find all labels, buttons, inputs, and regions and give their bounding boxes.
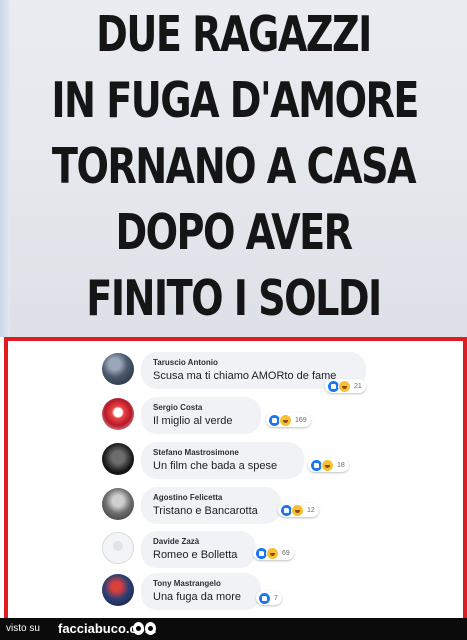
comment-text: Un film che bada a spese	[153, 460, 278, 472]
avatar[interactable]	[102, 532, 134, 564]
reaction-count: 169	[295, 416, 307, 424]
headline-line: IN FUGA D'AMORE	[51, 72, 419, 129]
avatar[interactable]	[102, 488, 134, 520]
avatar[interactable]	[102, 398, 134, 430]
headline-line: TORNANO A CASA	[51, 138, 417, 195]
haha-icon	[338, 379, 351, 393]
comment-text: Una fuga da more	[153, 591, 242, 603]
comment-author[interactable]: Sergio Costa	[153, 402, 249, 414]
headline-line: DUE RAGAZZI	[96, 6, 372, 63]
comment-text: Il miglio al verde	[153, 415, 233, 427]
comment: Sergio Costa Il miglio al verde 169	[8, 394, 463, 438]
comment-text: Romeo e Bolletta	[153, 549, 238, 561]
comments-panel: Taruscio Antonio Scusa ma ti chiamo AMOR…	[4, 337, 467, 622]
comment: Davide Zazà Romeo e Bolletta 69	[8, 528, 463, 572]
reaction-count: 7	[274, 594, 278, 602]
comment-author[interactable]: Davide Zazà	[153, 536, 244, 548]
headline-line: FINITO I SOLDI	[86, 270, 382, 327]
reaction-count: 69	[282, 549, 290, 557]
reaction-count: 18	[337, 461, 345, 469]
haha-icon	[266, 546, 279, 560]
comment-bubble: Stefano Mastrosimone Un film che bada a …	[141, 442, 304, 479]
watermark-footer: visto su facciabuco.com	[0, 618, 467, 640]
comment-bubble: Agostino Felicetta Tristano e Bancarotta	[141, 487, 281, 524]
comment: Tony Mastrangelo Una fuga da more 7	[8, 570, 463, 614]
eyes-icon	[133, 622, 157, 636]
reaction-badge[interactable]: 7	[256, 591, 282, 605]
haha-icon	[321, 458, 334, 472]
comment-bubble: Tony Mastrangelo Una fuga da more	[141, 573, 261, 610]
comment-author[interactable]: Agostino Felicetta	[153, 492, 269, 504]
comment-bubble: Sergio Costa Il miglio al verde	[141, 397, 261, 434]
comment: Taruscio Antonio Scusa ma ti chiamo AMOR…	[8, 349, 463, 393]
haha-icon	[291, 503, 304, 517]
reaction-badge[interactable]: 18	[308, 458, 349, 472]
reaction-count: 21	[354, 382, 362, 390]
reaction-count: 12	[307, 506, 315, 514]
reaction-badge[interactable]: 69	[253, 546, 294, 560]
comment-text: Tristano e Bancarotta	[153, 505, 258, 517]
reaction-badge[interactable]: 21	[325, 379, 366, 393]
comment-bubble: Davide Zazà Romeo e Bolletta	[141, 531, 256, 568]
comment: Stefano Mastrosimone Un film che bada a …	[8, 439, 463, 483]
newspaper-poster: DUE RAGAZZI IN FUGA D'AMORE TORNANO A CA…	[0, 0, 467, 337]
headline-line: DOPO AVER	[115, 204, 353, 261]
like-icon	[258, 591, 271, 605]
reaction-badge[interactable]: 12	[278, 503, 319, 517]
comment-author[interactable]: Stefano Mastrosimone	[153, 447, 292, 459]
avatar[interactable]	[102, 353, 134, 385]
headline: DUE RAGAZZI IN FUGA D'AMORE TORNANO A CA…	[0, 2, 467, 332]
haha-icon	[279, 413, 292, 427]
comment: Agostino Felicetta Tristano e Bancarotta…	[8, 484, 463, 528]
comment-author[interactable]: Taruscio Antonio	[153, 357, 354, 369]
comment-author[interactable]: Tony Mastrangelo	[153, 578, 249, 590]
reaction-badge[interactable]: 169	[266, 413, 311, 427]
comment-text: Scusa ma ti chiamo AMORto de fame	[153, 370, 337, 382]
visto-su-label: visto su	[6, 623, 40, 634]
avatar[interactable]	[102, 574, 134, 606]
avatar[interactable]	[102, 443, 134, 475]
